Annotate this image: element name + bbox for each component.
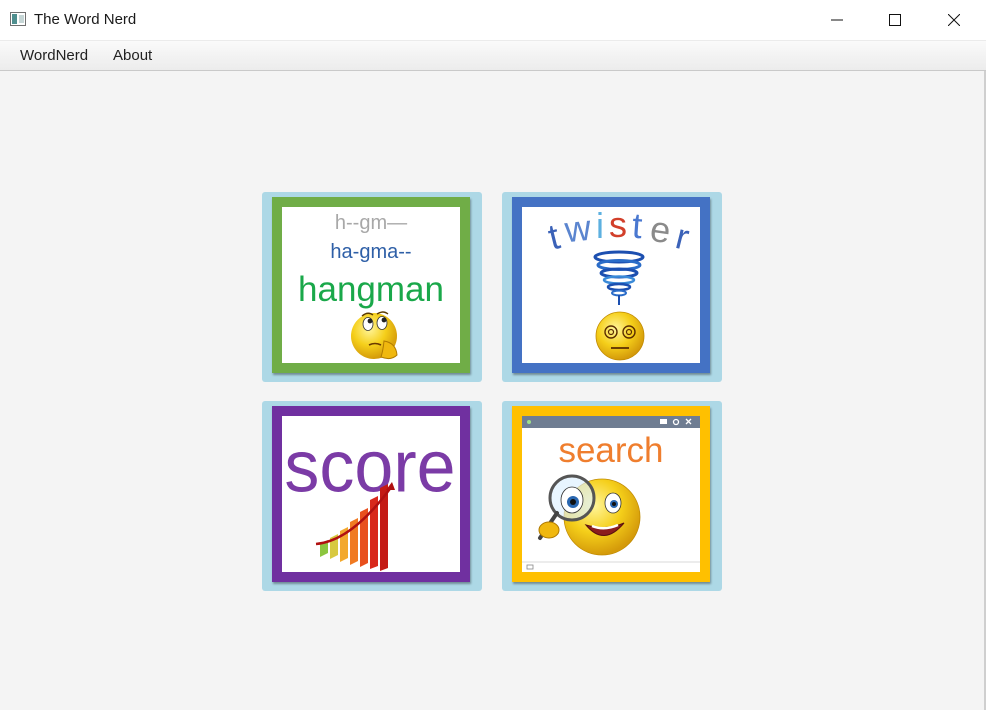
maximize-icon <box>889 14 901 26</box>
twister-letter-r: r <box>672 215 694 258</box>
twister-tile[interactable]: t w i s t e r <box>502 192 722 382</box>
main-content <box>0 71 986 710</box>
title-bar: The Word Nerd <box>0 0 986 41</box>
menu-about[interactable]: About <box>113 47 152 64</box>
window-title: The Word Nerd <box>34 11 137 28</box>
score-tile[interactable]: score <box>262 401 482 591</box>
twister-word: t w i s t e r <box>544 207 693 258</box>
hangman-tile[interactable]: h--gm— ha-gma-- hangman <box>262 192 482 382</box>
twister-graphic: t w i s t e r <box>544 207 693 361</box>
hangman-line-1: h--gm— <box>335 212 407 234</box>
twister-letter-w: w <box>562 207 594 250</box>
twister-letter-s: s <box>609 207 627 245</box>
close-icon <box>948 14 960 26</box>
hangman-line-2: ha-gma-- <box>330 241 411 263</box>
hangman-graphic: h--gm— ha-gma-- hangman <box>298 212 444 360</box>
score-label: score <box>284 426 455 508</box>
hangman-line-3: hangman <box>298 270 444 309</box>
search-graphic: search <box>522 416 700 570</box>
search-label: search <box>558 431 663 470</box>
twister-frame: t w i s t e r <box>512 197 710 373</box>
close-button[interactable] <box>925 0 983 40</box>
video-icon <box>660 419 667 424</box>
hangman-frame: h--gm— ha-gma-- hangman <box>272 197 470 373</box>
minimize-button[interactable] <box>808 0 866 40</box>
twister-letter-i: i <box>596 207 604 246</box>
thinking-emoji-icon <box>351 311 398 360</box>
app-window-icon <box>10 12 26 26</box>
twister-letter-t1: t <box>544 215 564 257</box>
search-tile[interactable]: search <box>502 401 722 591</box>
search-frame: search <box>512 406 710 582</box>
menu-wordnerd[interactable]: WordNerd <box>20 47 88 64</box>
dizzy-emoji-tornado-icon <box>593 250 645 361</box>
maximize-button[interactable] <box>866 0 924 40</box>
score-graphic: score <box>284 426 456 571</box>
score-frame: score <box>272 406 470 582</box>
twister-letter-e: e <box>648 208 674 251</box>
menu-bar: WordNerd About <box>0 41 986 71</box>
minimize-icon <box>831 19 843 21</box>
chat-bubble-icon <box>526 564 534 570</box>
twister-letter-t2: t <box>631 207 644 246</box>
magnifying-glass-emoji-icon <box>538 474 641 556</box>
